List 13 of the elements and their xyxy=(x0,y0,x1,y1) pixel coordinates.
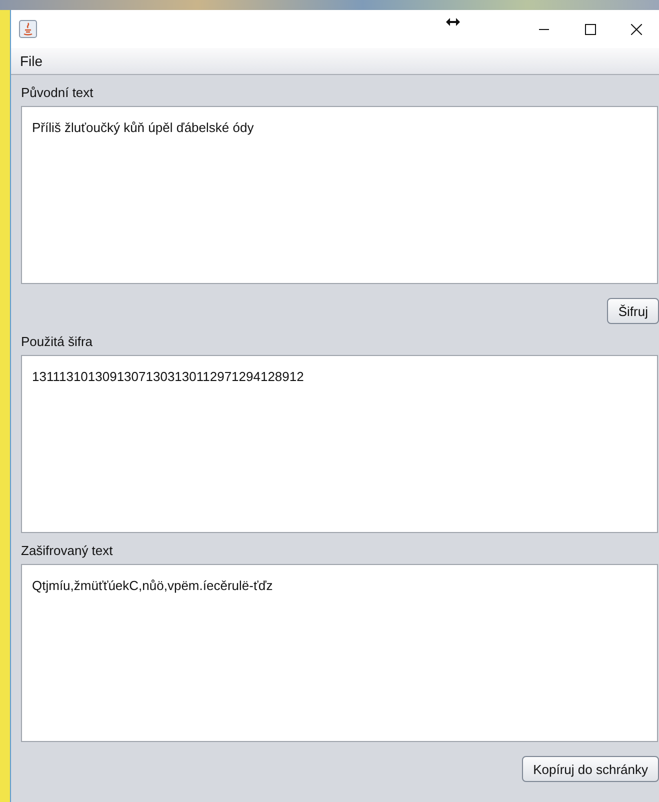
menu-item[interactable]: File xyxy=(12,51,51,71)
field-label: Původní text xyxy=(21,85,94,100)
resize-cursor-icon xyxy=(446,18,460,26)
maximize-icon xyxy=(584,24,596,34)
text-area[interactable]: 13111310130913071303130112971294128912 xyxy=(21,355,658,533)
close-icon xyxy=(630,24,642,34)
field-label: Zašifrovaný text xyxy=(21,543,114,558)
action-button[interactable]: Šifruj xyxy=(607,298,659,324)
text-area[interactable]: Příliš žluťoučký kůň úpěl ďábelské ódy xyxy=(21,106,658,284)
text-area[interactable]: Qtjmíu,žmüťťúekC,nůö,vpëm.íecěrulë-ťďz xyxy=(21,564,658,742)
action-button[interactable]: Kopíruj do schránky xyxy=(522,756,659,782)
app-icon xyxy=(19,20,37,38)
field-label: Použitá šifra xyxy=(21,334,94,349)
